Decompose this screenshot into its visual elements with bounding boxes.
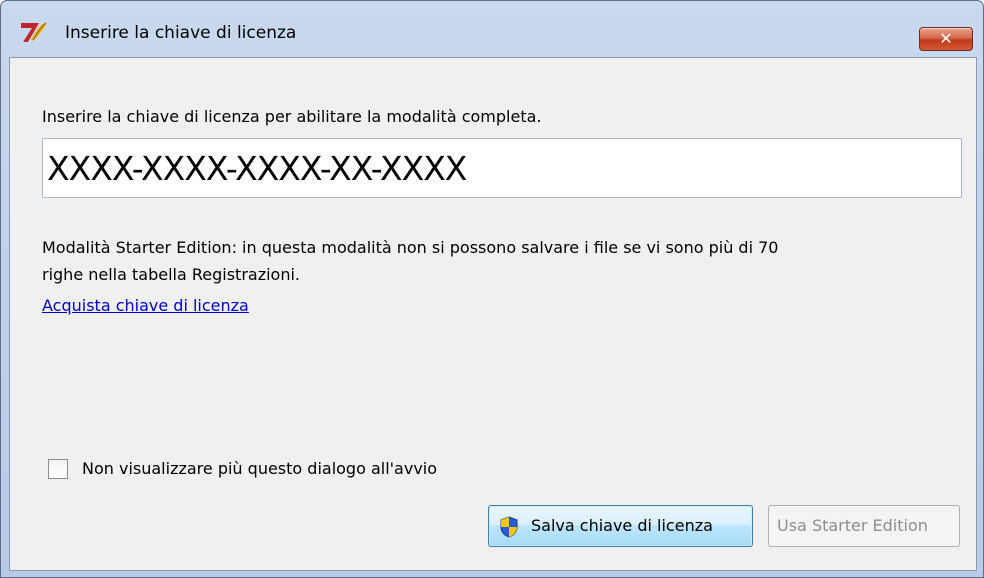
license-key-input[interactable] (42, 138, 962, 198)
dont-show-again-label[interactable]: Non visualizzare più questo dialogo all'… (82, 459, 437, 478)
starter-edition-note: Modalità Starter Edition: in questa moda… (42, 234, 942, 288)
dialog-body: Inserire la chiave di licenza per abilit… (9, 57, 977, 571)
close-button[interactable]: ✕ (919, 27, 973, 51)
use-starter-edition-button: Usa Starter Edition (768, 505, 960, 547)
dialog-window: Inserire la chiave di licenza ✕ Inserire… (0, 0, 984, 578)
note-line-1: Modalità Starter Edition: in questa moda… (42, 238, 779, 257)
buy-license-link[interactable]: Acquista chiave di licenza (42, 296, 249, 315)
app-logo-icon (21, 22, 47, 42)
window-title: Inserire la chiave di licenza (65, 23, 297, 43)
save-license-label: Salva chiave di licenza (531, 516, 713, 535)
note-line-2: righe nella tabella Registrazioni. (42, 265, 301, 284)
dont-show-again-checkbox[interactable] (48, 459, 68, 479)
uac-shield-icon (500, 516, 518, 538)
save-license-button[interactable]: Salva chiave di licenza (488, 505, 753, 547)
close-icon: ✕ (939, 29, 953, 48)
title-bar[interactable]: Inserire la chiave di licenza ✕ (1, 1, 983, 51)
instruction-text: Inserire la chiave di licenza per abilit… (42, 107, 542, 126)
use-starter-edition-label: Usa Starter Edition (777, 516, 928, 535)
